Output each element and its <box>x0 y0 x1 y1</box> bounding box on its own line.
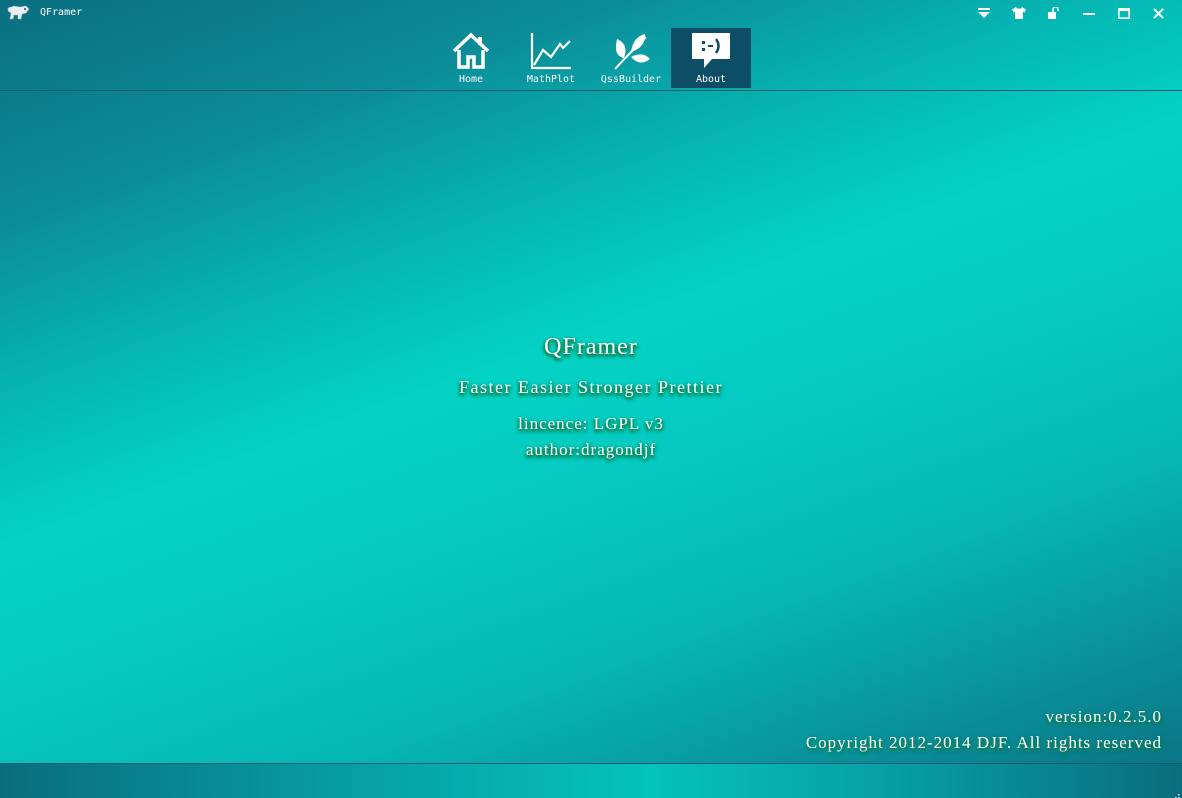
tab-home[interactable]: Home <box>431 28 511 88</box>
resize-grip-icon[interactable] <box>1170 787 1180 798</box>
about-licence: lincence: LGPL v3 <box>518 414 664 433</box>
unlock-icon <box>1047 7 1060 19</box>
skin-shirt-icon <box>1011 7 1026 19</box>
tab-about-label: About <box>695 74 727 85</box>
window-controls <box>966 2 1176 24</box>
minimize-button[interactable] <box>1071 2 1106 24</box>
smiley-speech-bubble-icon <box>690 31 732 71</box>
status-bar <box>0 763 1182 798</box>
maximize-button[interactable] <box>1106 2 1141 24</box>
copyright-text: Copyright 2012-2014 DJF. All rights rese… <box>805 733 1162 752</box>
tab-qssbuilder[interactable]: QssBuilder <box>591 28 671 88</box>
maximize-icon <box>1117 7 1130 19</box>
nav-tabs: Home MathPlot QssBuilder About <box>431 28 751 88</box>
tab-mathplot[interactable]: MathPlot <box>511 28 591 88</box>
tab-mathplot-label: MathPlot <box>526 74 576 85</box>
app-window: QFramer Home MathPlot QssBuilder About Q… <box>0 0 1182 798</box>
tab-home-label: Home <box>458 74 484 85</box>
about-slogan: Faster Easier Stronger Prettier <box>459 377 723 397</box>
menu-dropdown-icon <box>977 8 990 18</box>
nav-toolbar: Home MathPlot QssBuilder About <box>0 28 1182 91</box>
skin-button[interactable] <box>1001 2 1036 24</box>
app-logo-icon <box>6 4 30 22</box>
close-icon <box>1153 7 1164 19</box>
about-author: author:dragondjf <box>525 440 657 459</box>
leaf-icon <box>610 31 652 71</box>
version-text: version:0.2.5.0 <box>1045 707 1162 726</box>
home-icon <box>450 31 492 71</box>
title-bar[interactable]: QFramer <box>0 0 1182 28</box>
lock-button[interactable] <box>1036 2 1071 24</box>
about-title: QFramer <box>544 334 638 360</box>
line-chart-icon <box>530 31 572 71</box>
tab-about[interactable]: About <box>671 28 751 88</box>
close-button[interactable] <box>1141 2 1176 24</box>
menu-dropdown-button[interactable] <box>966 2 1001 24</box>
tab-qssbuilder-label: QssBuilder <box>600 74 662 85</box>
minimize-icon <box>1082 7 1095 19</box>
window-title: QFramer <box>40 7 83 18</box>
